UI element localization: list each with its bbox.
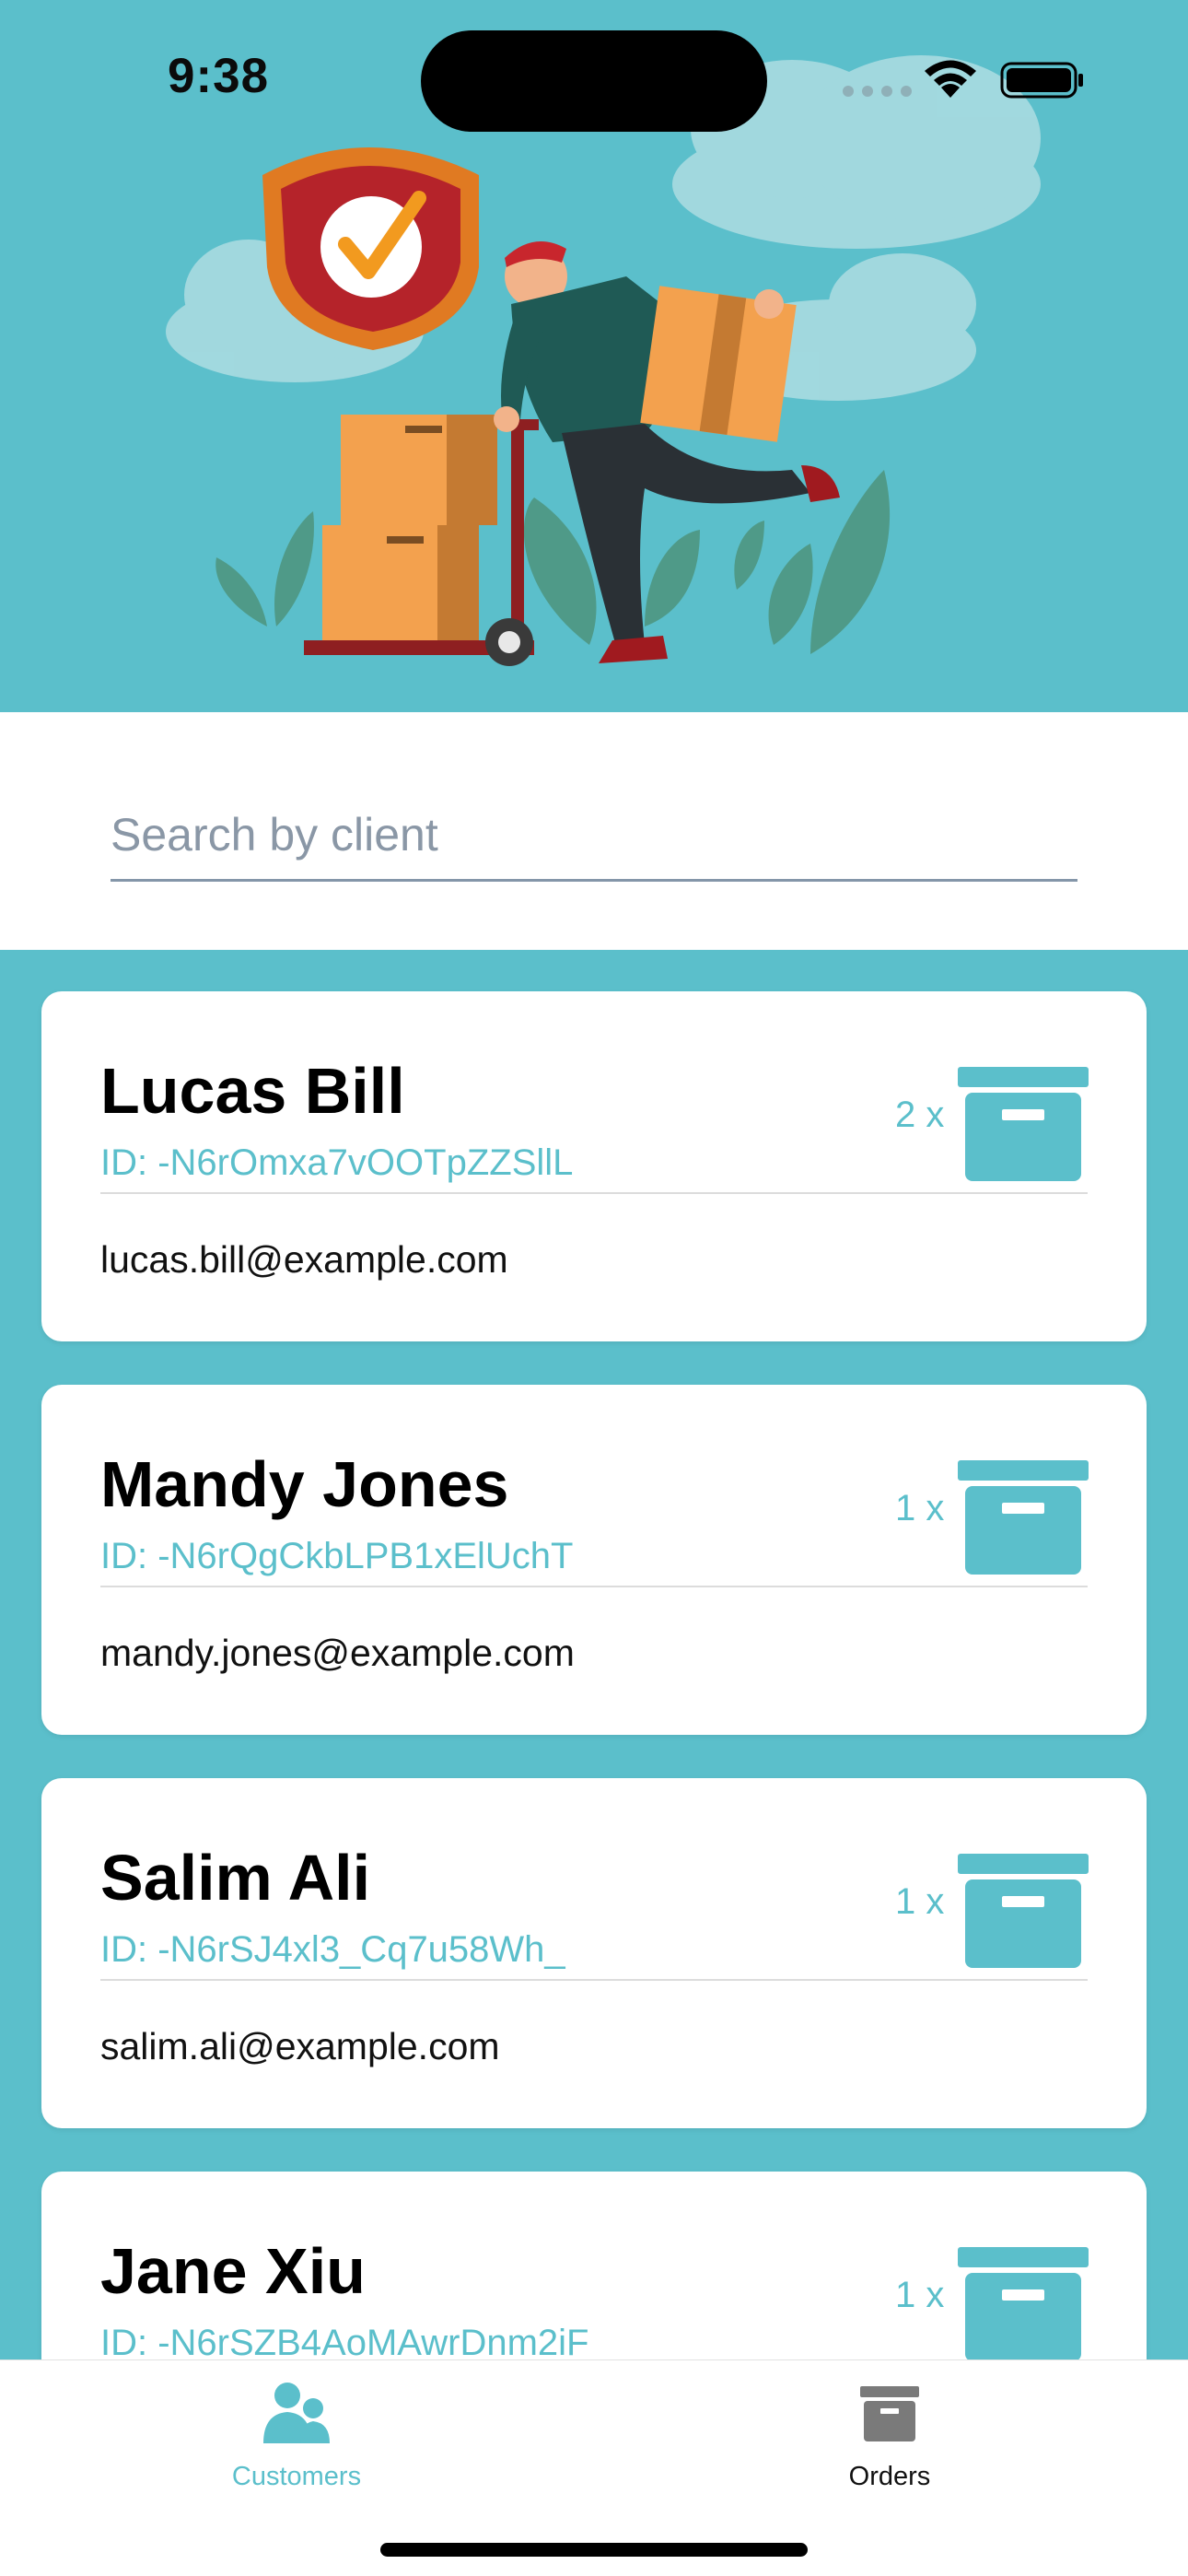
customer-email: salim.ali@example.com <box>100 2025 500 2067</box>
tab-orders[interactable]: Orders <box>705 2360 1074 2508</box>
order-quantity: 1 x <box>895 1488 945 1528</box>
customer-id: ID: -N6rOmxa7vOOTpZZSllL <box>100 1142 574 1183</box>
customer-name: Mandy Jones <box>100 1448 509 1520</box>
customer-id: ID: -N6rQgCkbLPB1xElUchT <box>100 1536 574 1576</box>
customer-list[interactable]: Lucas Bill ID: -N6rOmxa7vOOTpZZSllL luca… <box>0 950 1188 2359</box>
divider <box>100 1192 1088 1194</box>
archive-box-icon <box>958 1460 1089 1575</box>
customer-name: Lucas Bill <box>100 1055 405 1127</box>
customer-email: mandy.jones@example.com <box>100 1632 575 1674</box>
battery-icon <box>1000 62 1083 99</box>
customer-name: Jane Xiu <box>100 2235 366 2307</box>
customer-card[interactable]: Mandy Jones ID: -N6rQgCkbLPB1xElUchT man… <box>41 1385 1147 1735</box>
customer-card[interactable]: Lucas Bill ID: -N6rOmxa7vOOTpZZSllL luca… <box>41 991 1147 1341</box>
cellular-signal-icon <box>843 86 912 97</box>
customers-icon <box>263 2383 330 2443</box>
tab-label: Orders <box>848 2462 931 2491</box>
customer-card[interactable]: Jane Xiu ID: -N6rSZB4AoMAwrDnm2iF 1 x <box>41 2172 1147 2359</box>
hero-banner: 9:38 <box>0 0 1188 712</box>
archive-box-icon <box>958 1067 1089 1181</box>
customer-id: ID: -N6rSZB4AoMAwrDnm2iF <box>100 2323 589 2359</box>
order-quantity: 1 x <box>895 2275 945 2315</box>
customer-email: lucas.bill@example.com <box>100 1238 508 1281</box>
customer-card[interactable]: Salim Ali ID: -N6rSJ4xl3_Cq7u58Wh_ salim… <box>41 1778 1147 2128</box>
order-quantity: 1 x <box>895 1881 945 1922</box>
customer-name: Salim Ali <box>100 1842 371 1914</box>
home-indicator <box>380 2543 808 2557</box>
orders-box-icon <box>860 2386 919 2441</box>
dynamic-island <box>421 30 767 132</box>
customer-id: ID: -N6rSJ4xl3_Cq7u58Wh_ <box>100 1929 565 1970</box>
search-input[interactable] <box>111 790 1077 882</box>
divider <box>100 1586 1088 1587</box>
tab-customers[interactable]: Customers <box>112 2360 481 2508</box>
archive-box-icon <box>958 1854 1089 1968</box>
order-quantity: 2 x <box>895 1095 945 1135</box>
wifi-icon <box>925 60 976 98</box>
archive-box-icon <box>958 2247 1089 2359</box>
tab-label: Customers <box>231 2462 362 2491</box>
status-time: 9:38 <box>168 49 270 103</box>
divider <box>100 1979 1088 1981</box>
